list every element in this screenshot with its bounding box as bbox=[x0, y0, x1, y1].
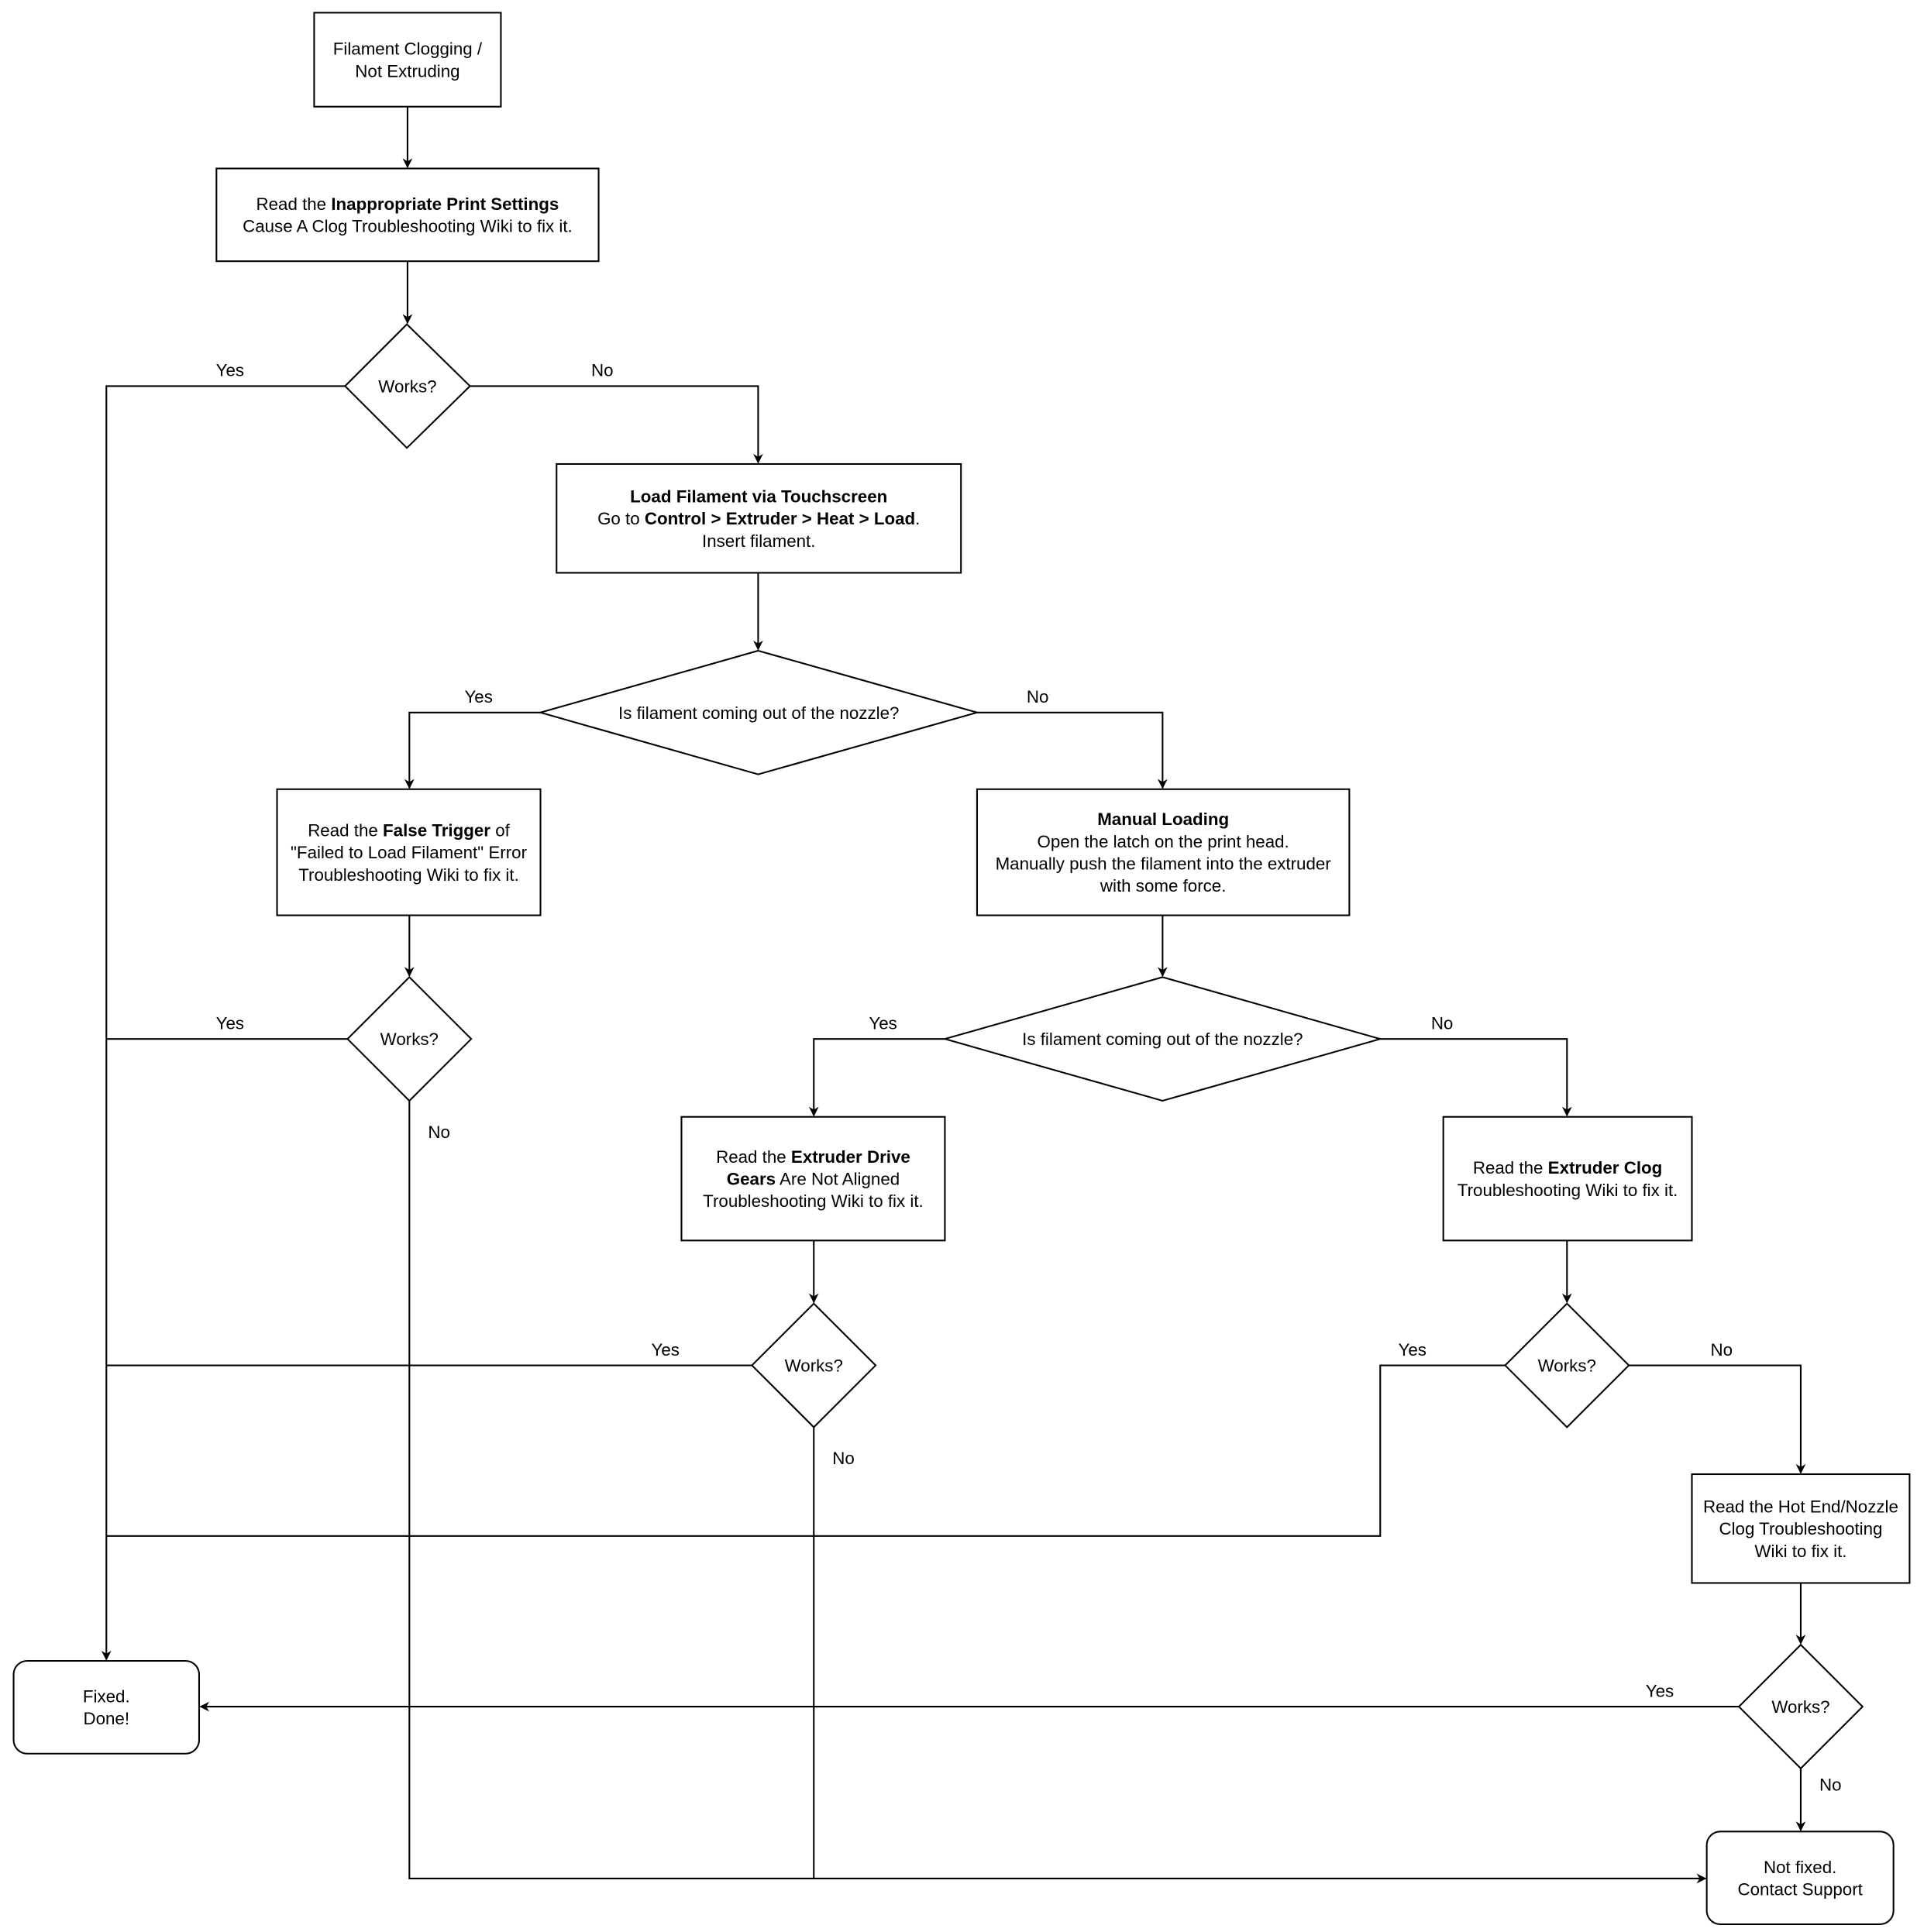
node-text-run: Insert filament. bbox=[702, 531, 815, 551]
node-text-run: Are Not Aligned bbox=[776, 1170, 900, 1189]
flowchart: Filament Clogging / Not Extruding Read th… bbox=[12, 12, 1911, 1926]
edge-label-nozzle-q1-yes: Yes bbox=[464, 687, 492, 706]
node-text-run: "Failed to Load Filament" Error bbox=[291, 843, 528, 862]
edge-label-nozzle-q2-yes: Yes bbox=[869, 1013, 897, 1033]
node-text-run: Manually push the filament into the extr… bbox=[996, 854, 1332, 874]
edge-nozzle-q1-yes bbox=[404, 711, 541, 789]
node-text-run: Works? bbox=[378, 376, 436, 396]
node-text-run: False Trigger bbox=[383, 820, 490, 840]
node-text-run: Not fixed. bbox=[1764, 1858, 1836, 1877]
node-text-run: Works? bbox=[1771, 1697, 1829, 1717]
node-fixed bbox=[12, 1659, 201, 1755]
node-text-run: Clog Troubleshooting bbox=[1719, 1519, 1882, 1538]
node-manual-loading bbox=[976, 788, 1351, 916]
node-works3-text: Works? bbox=[785, 1356, 843, 1376]
node-text-run: Is filament coming out of the nozzle? bbox=[618, 703, 899, 723]
node-text-run: Troubleshooting Wiki to fix it. bbox=[298, 865, 519, 885]
node-text-run: Load Filament via Touchscreen bbox=[630, 486, 887, 506]
node-text-run: Read the bbox=[1473, 1158, 1548, 1177]
node-text-run: Gears bbox=[727, 1170, 776, 1189]
node-text-run: Works? bbox=[785, 1356, 843, 1376]
node-text-run: Extruder Clog bbox=[1548, 1158, 1663, 1177]
node-text-run: Troubleshooting Wiki to fix it. bbox=[703, 1191, 924, 1211]
node-labels: Filament Clogging / Not Extruding Read th… bbox=[83, 40, 1898, 1899]
edge-label-works5-yes: Yes bbox=[1646, 1681, 1674, 1700]
node-text-run: Inappropriate Print Settings bbox=[331, 194, 559, 214]
node-text-run: . bbox=[915, 509, 920, 528]
edge-nozzle-q2-no bbox=[1380, 1038, 1572, 1117]
node-text-run: Control > Extruder > Heat > Load bbox=[645, 509, 915, 528]
edge-label-works5-no: No bbox=[1819, 1776, 1842, 1795]
edge-label-works3-yes: Yes bbox=[651, 1340, 679, 1360]
edge-nozzle-q2-yes bbox=[808, 1038, 945, 1117]
node-extruder-clog bbox=[1442, 1116, 1693, 1242]
node-text-run: Contact Support bbox=[1737, 1879, 1863, 1899]
edge-label-works2-no: No bbox=[428, 1122, 450, 1142]
node-text-run: Read the bbox=[256, 194, 331, 214]
node-text-run: Read the Hot End/Nozzle bbox=[1703, 1497, 1898, 1516]
node-text-run: Read the bbox=[308, 820, 383, 840]
edge-label-works3-no: No bbox=[832, 1449, 855, 1468]
node-text-run: Works? bbox=[1538, 1356, 1596, 1376]
node-false-trigger-text: Read the False Trigger of "Failed to Load… bbox=[291, 820, 528, 884]
node-text-run: Troubleshooting Wiki to fix it. bbox=[1458, 1181, 1678, 1200]
node-print-settings bbox=[215, 167, 600, 263]
node-text-run: Works? bbox=[380, 1030, 439, 1049]
node-works5-text: Works? bbox=[1771, 1697, 1829, 1717]
node-works1-text: Works? bbox=[378, 376, 436, 396]
edge-nozzle-q1-no bbox=[976, 711, 1168, 789]
node-start bbox=[313, 12, 502, 108]
nodes bbox=[12, 12, 1911, 1926]
node-text-run: Not Extruding bbox=[355, 61, 459, 81]
node-nozzle-q2-text: Is filament coming out of the nozzle? bbox=[1022, 1030, 1303, 1049]
node-text-run: Read the bbox=[716, 1147, 791, 1167]
node-text-run: Open the latch on the print head. bbox=[1038, 832, 1289, 851]
edge-label-nozzle-q2-no: No bbox=[1431, 1013, 1454, 1033]
node-drive-gears-text: Read the Extruder Drive Gears Are Not Ali… bbox=[703, 1147, 924, 1211]
node-text-run: of bbox=[490, 820, 511, 840]
node-text-run: Manual Loading bbox=[1097, 810, 1229, 829]
node-text-run: Extruder Drive bbox=[791, 1147, 910, 1167]
node-text-run: Cause A Clog Troubleshooting Wiki to fix… bbox=[243, 217, 573, 236]
node-works2-text: Works? bbox=[380, 1030, 439, 1049]
node-nozzle-q1-text: Is filament coming out of the nozzle? bbox=[618, 703, 899, 723]
edge-works1-no bbox=[470, 385, 763, 464]
edge-label-works1-no: No bbox=[591, 361, 614, 380]
node-text-run: with some force. bbox=[1100, 876, 1227, 896]
edge-label-nozzle-q1-no: No bbox=[1027, 687, 1049, 706]
node-not-fixed bbox=[1705, 1831, 1895, 1926]
edge-works4-no bbox=[1629, 1364, 1806, 1474]
node-text-run: Is filament coming out of the nozzle? bbox=[1022, 1030, 1303, 1049]
edge-label-works4-yes: Yes bbox=[1399, 1340, 1427, 1360]
node-text-run: Fixed. bbox=[83, 1686, 130, 1706]
node-text-run: Done! bbox=[83, 1709, 129, 1728]
node-text-run: Wiki to fix it. bbox=[1754, 1542, 1846, 1561]
edge-label-works1-yes: Yes bbox=[216, 361, 244, 380]
edge-labels: Yes No Yes No Yes No Yes No Yes No Yes N… bbox=[216, 361, 1842, 1795]
edge-label-works2-yes: Yes bbox=[216, 1013, 244, 1033]
node-text-run: Filament Clogging / bbox=[333, 40, 483, 59]
edge-label-works4-no: No bbox=[1711, 1340, 1733, 1360]
node-works4-text: Works? bbox=[1538, 1356, 1596, 1376]
node-text-run: Go to bbox=[597, 509, 645, 528]
